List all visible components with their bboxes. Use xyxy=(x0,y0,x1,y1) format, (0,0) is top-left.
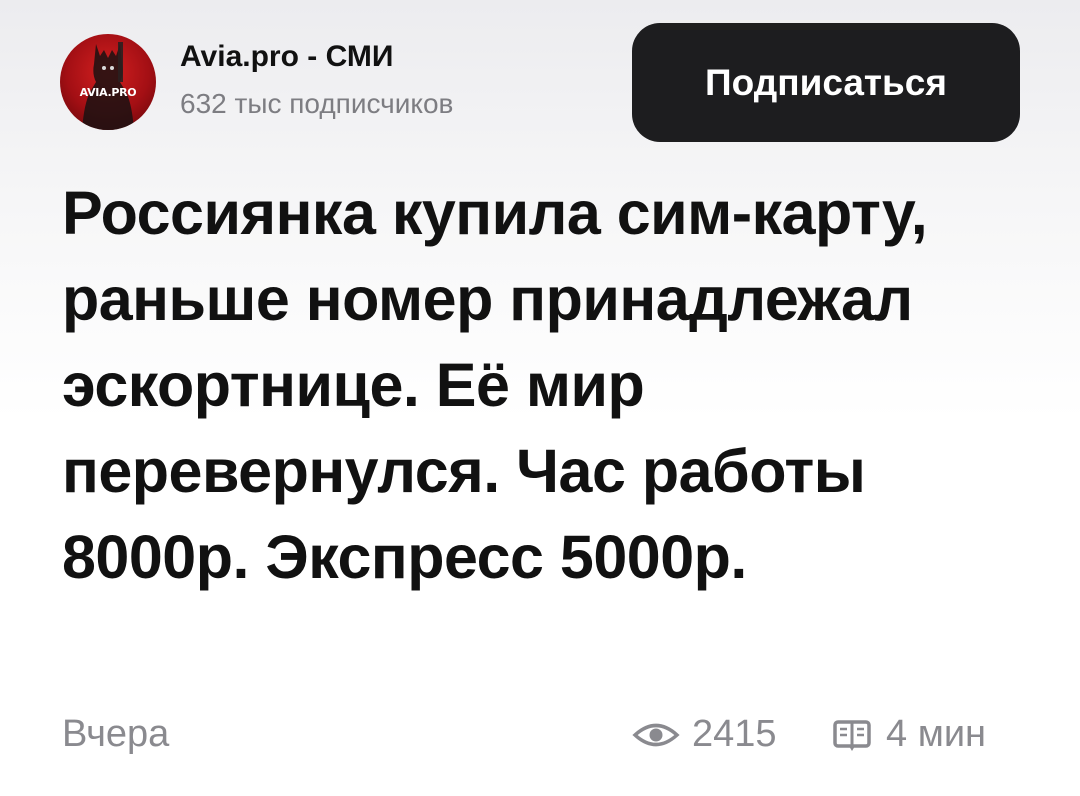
subscribe-button[interactable]: Подписаться xyxy=(632,23,1020,142)
read-time-stat: 4 мин xyxy=(832,713,986,756)
eye-icon xyxy=(632,720,680,750)
soldier-silhouette-icon xyxy=(82,42,134,130)
channel-header: AVIA.PRO Avia.pro - СМИ 632 тыс подписчи… xyxy=(0,0,1080,165)
channel-avatar[interactable]: AVIA.PRO xyxy=(60,34,156,130)
views-count: 2415 xyxy=(692,713,777,755)
subscriber-count: 632 тыс подписчиков xyxy=(180,88,454,119)
avatar-logo-text: AVIA.PRO xyxy=(79,86,137,99)
article-title[interactable]: Россиянка купила сим-карту, раньше номер… xyxy=(62,170,1022,600)
article-footer: Вчера 2415 4 мин xyxy=(0,705,1080,775)
book-icon xyxy=(832,718,872,752)
publish-date: Вчера xyxy=(62,713,170,755)
channel-name[interactable]: Avia.pro - СМИ xyxy=(180,40,393,74)
views-stat: 2415 xyxy=(632,713,777,756)
read-time-value: 4 мин xyxy=(886,713,987,755)
